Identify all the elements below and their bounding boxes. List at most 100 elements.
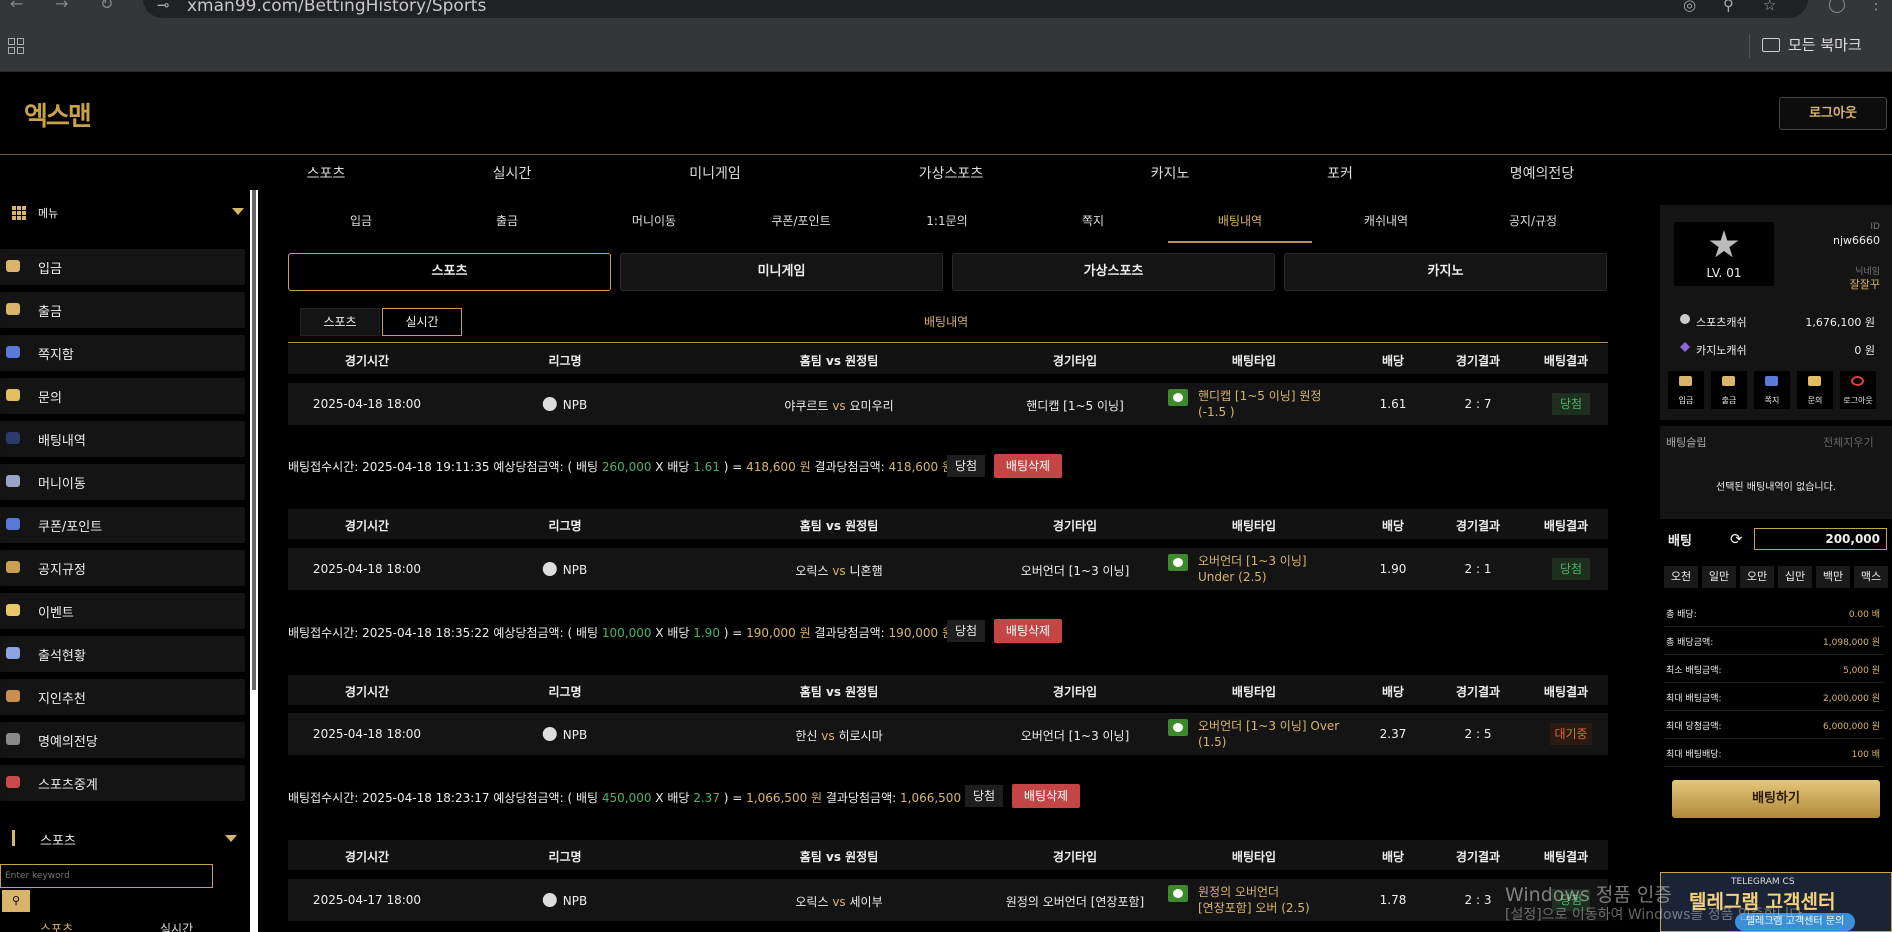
stat-row: 최대 당첨금액: 6,000,000 원 <box>1664 713 1884 739</box>
mini-message-button[interactable]: 쪽지 <box>1754 371 1790 409</box>
bet-amount-input[interactable]: 200,000 <box>1754 528 1887 550</box>
forward-icon[interactable]: → <box>55 0 68 13</box>
topnav-poker[interactable]: 포커 <box>1327 163 1353 183</box>
quick-amount-max[interactable]: 맥스 <box>1854 566 1888 588</box>
star-icon[interactable]: ☆ <box>1763 0 1776 14</box>
topnav-casino[interactable]: 카지노 <box>1151 163 1190 183</box>
mini-inquiry-button[interactable]: 문의 <box>1797 371 1833 409</box>
all-bookmarks-button[interactable]: 모든 북마크 <box>1762 34 1862 55</box>
sidebar-item-referral[interactable]: 지인추천 <box>0 679 245 715</box>
mini-withdraw-button[interactable]: 출금 <box>1711 371 1747 409</box>
sidebar-item-money-transfer[interactable]: 머니이동 <box>0 464 245 500</box>
subtab-sports[interactable]: 스포츠 <box>300 308 380 336</box>
subnav-notice[interactable]: 공지/규정 <box>1509 212 1557 229</box>
sidebar-item-deposit[interactable]: 입금 <box>0 249 245 285</box>
sidebar-scrollbar[interactable] <box>250 190 258 932</box>
clear-all-button[interactable]: 전체지우기 <box>1823 434 1874 450</box>
home-team: 야쿠르트 <box>784 399 829 413</box>
topnav-hall-of-fame[interactable]: 명예의전당 <box>1510 163 1574 183</box>
quick-amount-100000[interactable]: 십만 <box>1778 566 1812 588</box>
subnav-coupon[interactable]: 쿠폰/포인트 <box>771 212 830 229</box>
col-header: 경기결과 <box>1455 519 1501 533</box>
sidebar-sports-header[interactable]: 스포츠 <box>0 826 250 854</box>
sidebar-item-messages[interactable]: 쪽지함 <box>0 335 245 371</box>
teams-cell: 한신 vs 히로시마 <box>795 727 882 744</box>
zoom-icon[interactable]: ⚲ <box>1723 0 1734 14</box>
quick-amount-5000[interactable]: 오천 <box>1664 566 1698 588</box>
mini-deposit-button[interactable]: 입금 <box>1668 371 1704 409</box>
place-bet-button[interactable]: 배팅하기 <box>1672 780 1880 818</box>
back-icon[interactable]: ← <box>10 0 23 13</box>
delete-bet-button[interactable]: 배팅삭제 <box>1012 784 1080 808</box>
subnav-deposit[interactable]: 입금 <box>350 212 372 229</box>
subnav-cash-history[interactable]: 캐쉬내역 <box>1364 212 1408 229</box>
topnav-virtual[interactable]: 가상스포츠 <box>919 163 983 183</box>
sidebar-item-inquiry[interactable]: 문의 <box>0 378 245 414</box>
chevron-down-icon[interactable] <box>232 208 244 215</box>
sidebar-item-attendance[interactable]: 출석현황 <box>0 636 245 672</box>
baseball-icon <box>542 727 557 741</box>
score: 2 : 1 <box>1464 562 1492 576</box>
subtab-live[interactable]: 실시간 <box>382 308 462 336</box>
sidebar-tab-sports[interactable]: 스포츠 <box>40 920 73 932</box>
subnav-message[interactable]: 쪽지 <box>1082 212 1104 229</box>
search-icon[interactable]: ⚲ <box>2 890 30 912</box>
reload-icon[interactable]: ↻ <box>100 0 113 13</box>
topnav-live[interactable]: 실시간 <box>493 163 532 183</box>
profile-icon[interactable]: ◯ <box>1828 0 1846 13</box>
scrollbar-thumb[interactable] <box>252 190 256 690</box>
col-header: 홈팀 vs 원정팀 <box>799 519 879 533</box>
subnav-withdraw[interactable]: 출금 <box>496 212 518 229</box>
sidebar-tab-live[interactable]: 실시간 <box>160 920 193 932</box>
category-tab-casino[interactable]: 카지노 <box>1284 253 1607 291</box>
category-tab-minigame[interactable]: 미니게임 <box>620 253 943 291</box>
quick-amount-10000[interactable]: 일만 <box>1702 566 1736 588</box>
subnav-money-transfer[interactable]: 머니이동 <box>632 212 676 229</box>
subnav-bet-history[interactable]: 배팅내역 <box>1218 212 1262 229</box>
site-logo[interactable]: 엑스맨 <box>24 96 92 133</box>
apps-icon[interactable] <box>8 38 24 54</box>
sidebar-item-label: 문의 <box>38 391 62 406</box>
eye-icon[interactable] <box>1168 885 1188 902</box>
sidebar-item-withdraw[interactable]: 출금 <box>0 292 245 328</box>
refresh-icon[interactable]: ⟳ <box>1730 530 1743 548</box>
sidebar-menu-header[interactable]: 메뉴 <box>0 200 250 230</box>
summary-text: 배팅접수시간: 2025-04-18 19:11:35 예상당첨금액: ( 배팅 <box>288 460 602 474</box>
score: 2 : 3 <box>1464 893 1492 907</box>
keyword-search-input[interactable]: Enter keyword <box>0 864 213 888</box>
col-header: 경기타입 <box>1052 354 1098 368</box>
category-tab-virtual[interactable]: 가상스포츠 <box>952 253 1275 291</box>
category-tab-sports[interactable]: 스포츠 <box>288 253 611 291</box>
chevron-down-icon[interactable] <box>225 835 237 842</box>
subnav-inquiry[interactable]: 1:1문의 <box>926 212 967 229</box>
menu-icon[interactable]: ⋮ <box>1868 0 1884 13</box>
sidebar-item-bet-history[interactable]: 배팅내역 <box>0 421 245 457</box>
calendar-icon <box>6 647 20 659</box>
odds: 1.61 <box>1379 397 1407 411</box>
eye-icon[interactable] <box>1168 389 1188 406</box>
translate-icon[interactable]: ◎ <box>1683 0 1696 14</box>
stat-label: 최대 당첨금액: <box>1666 722 1722 732</box>
sidebar-item-event[interactable]: 이벤트 <box>0 593 245 629</box>
quick-amount-1000000[interactable]: 백만 <box>1816 566 1850 588</box>
logout-button[interactable]: 로그아웃 <box>1779 97 1887 130</box>
site-info-icon[interactable]: ⊸ <box>157 0 170 14</box>
topnav-sports[interactable]: 스포츠 <box>307 163 346 183</box>
sidebar-item-label: 머니이동 <box>38 477 86 492</box>
address-bar[interactable]: ⊸ xman99.com/BettingHistory/Sports ◎ ⚲ ☆ <box>143 0 1808 18</box>
away-team: 요미우리 <box>849 399 894 413</box>
summary-text: 결과당첨금액: <box>822 791 900 805</box>
delete-bet-button[interactable]: 배팅삭제 <box>994 619 1062 643</box>
topnav-minigame[interactable]: 미니게임 <box>689 163 741 183</box>
match-time: 2025-04-17 18:00 <box>312 893 422 907</box>
eye-icon[interactable] <box>1168 719 1188 736</box>
sidebar-item-hall-of-fame[interactable]: 명예의전당 <box>0 722 245 758</box>
sidebar-item-notice[interactable]: 공지규정 <box>0 550 245 586</box>
sidebar-item-coupon[interactable]: 쿠폰/포인트 <box>0 507 245 543</box>
mini-logout-button[interactable]: 로그아웃 <box>1840 371 1876 409</box>
quick-amount-50000[interactable]: 오만 <box>1740 566 1774 588</box>
eye-icon[interactable] <box>1168 554 1188 571</box>
sidebar-item-sports-broadcast[interactable]: 스포츠중계 <box>0 765 245 801</box>
delete-bet-button[interactable]: 배팅삭제 <box>994 454 1062 478</box>
game-type: 오버언더 [1~3 이닝] <box>1020 564 1130 578</box>
